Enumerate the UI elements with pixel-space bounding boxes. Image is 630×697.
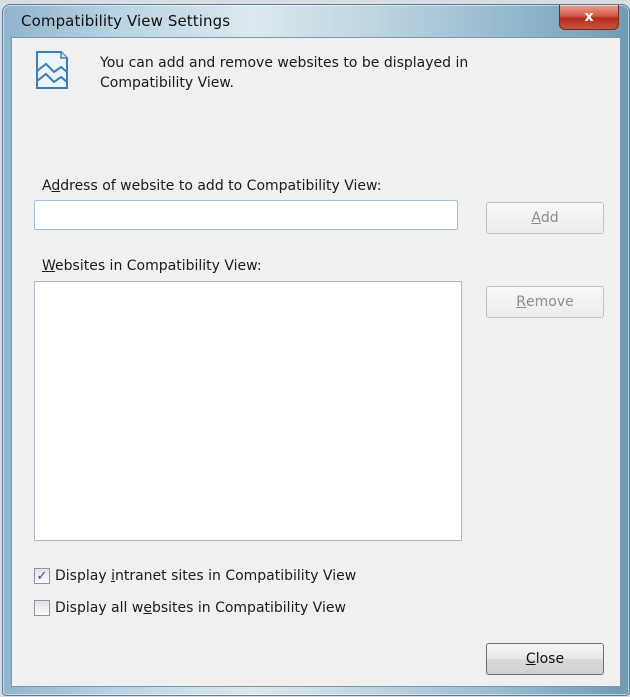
close-button[interactable]: Close (486, 643, 604, 675)
all-websites-checkbox[interactable] (34, 600, 50, 616)
all-websites-option[interactable]: Display all websites in Compatibility Vi… (34, 598, 346, 618)
address-label: Address of website to add to Compatibili… (42, 178, 382, 194)
websites-list-label: Websites in Compatibility View: (42, 258, 262, 274)
compatibility-view-icon (36, 51, 68, 89)
all-websites-option-label: Display all websites in Compatibility Vi… (55, 600, 346, 616)
title-bar[interactable]: Compatibility View Settings x (3, 5, 629, 35)
website-address-input[interactable] (34, 200, 458, 230)
window-close-button[interactable]: x (559, 5, 619, 30)
add-button[interactable]: Add (486, 202, 604, 234)
intranet-checkbox[interactable]: ✓ (34, 568, 50, 584)
window-title: Compatibility View Settings (21, 12, 231, 30)
close-icon: x (584, 9, 594, 25)
intranet-option[interactable]: ✓ Display intranet sites in Compatibilit… (34, 566, 356, 586)
intranet-option-label: Display intranet sites in Compatibility … (55, 568, 357, 584)
intro-text: You can add and remove websites to be di… (100, 55, 469, 91)
remove-button[interactable]: Remove (486, 286, 604, 318)
websites-listbox[interactable] (34, 281, 462, 541)
